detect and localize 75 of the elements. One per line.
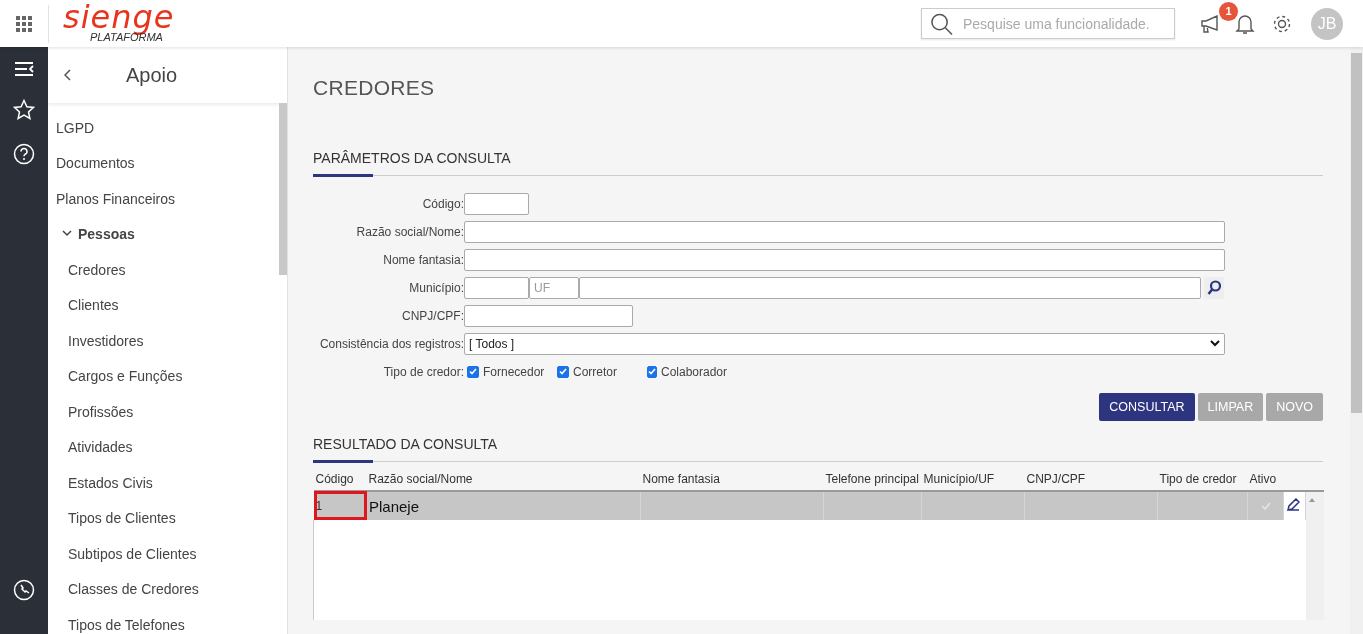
sidebar-item[interactable]: Subtipos de Clientes: [48, 536, 279, 572]
table-cell: Planeje: [366, 491, 641, 520]
input-field[interactable]: [464, 220, 1225, 243]
star-icon[interactable]: [13, 99, 35, 121]
sidebar-item[interactable]: Estados Civis: [48, 465, 279, 501]
select-field[interactable]: [ Todos ]: [464, 332, 1225, 355]
sidebar-item[interactable]: Profissões: [48, 394, 279, 430]
sidebar-item[interactable]: LGPD: [48, 110, 279, 146]
phone-icon[interactable]: [13, 579, 35, 601]
search-field[interactable]: Pesquise uma funcionalidade.: [921, 8, 1175, 39]
input-field[interactable]: [464, 192, 529, 215]
check-icon: [559, 368, 567, 375]
search-icon: [1207, 279, 1221, 296]
input-field[interactable]: UF: [529, 276, 579, 299]
column-header: Município/UF: [923, 472, 995, 486]
scrollbar-thumb[interactable]: [1351, 53, 1362, 413]
sidebar-item[interactable]: Investidores: [48, 323, 279, 359]
sienge-logo: sienge PLATAFORMA: [63, 4, 175, 43]
apps-grid-icon[interactable]: [16, 15, 32, 32]
column-header: Nome fantasia: [642, 472, 720, 486]
pencil-icon[interactable]: [1286, 497, 1300, 512]
sidebar-item[interactable]: Tipos de Telefones: [48, 607, 279, 634]
check-icon: [648, 368, 656, 375]
help-icon[interactable]: [13, 143, 35, 165]
bell-icon[interactable]: [1235, 12, 1255, 35]
search-input[interactable]: Pesquise uma funcionalidade.: [960, 14, 1166, 33]
page-title: CREDORES: [313, 76, 436, 100]
checkbox-label: Fornecedor: [483, 364, 545, 379]
sidebar-item[interactable]: Documentos: [48, 145, 279, 181]
menu-icon[interactable]: [14, 61, 34, 77]
sidebar-item[interactable]: Tipos de Clientes: [48, 500, 279, 536]
sidebar-item[interactable]: Classes de Credores: [48, 571, 279, 607]
scroll-up-icon[interactable]: [1308, 497, 1316, 503]
column-header: Código: [315, 472, 354, 486]
field-label: Nome fantasia:: [382, 252, 464, 267]
field-label: Município:: [408, 280, 464, 295]
chevron-down-icon: [1210, 340, 1220, 347]
scrollbar-thumb[interactable]: [279, 103, 287, 275]
field-label: Razão social/Nome:: [355, 224, 464, 239]
field-label: Tipo de credor:: [382, 364, 464, 379]
column-header: Razão social/Nome: [368, 472, 473, 486]
select-value: [ Todos ]: [469, 336, 515, 351]
checkbox[interactable]: [467, 365, 479, 378]
checkbox[interactable]: [557, 365, 569, 378]
back-chevron-icon[interactable]: [64, 69, 72, 81]
sidebar-item[interactable]: Clientes: [48, 287, 279, 323]
sidebar-item[interactable]: Cargos e Funções: [48, 358, 279, 394]
sidebar-item[interactable]: Planos Financeiros: [48, 181, 279, 217]
column-header: CNPJ/CPF: [1026, 472, 1086, 486]
sidebar-item[interactable]: Credores: [48, 252, 279, 288]
input-field[interactable]: [464, 304, 633, 327]
lookup-button[interactable]: [1204, 276, 1224, 299]
field-label: Consistência dos registros:: [318, 336, 464, 351]
consult-button[interactable]: CONSULTAR: [1099, 393, 1195, 421]
column-header: Ativo: [1249, 472, 1277, 486]
sidebar-title: Apoio: [126, 63, 178, 87]
checkbox[interactable]: [647, 365, 657, 378]
input-field[interactable]: [464, 248, 1225, 271]
checkbox-label: Corretor: [573, 364, 617, 379]
sidebar-item[interactable]: Atividades: [48, 429, 279, 465]
field-label: Código:: [421, 196, 464, 211]
section-title: RESULTADO DA CONSULTA: [313, 436, 498, 452]
column-header: Telefone principal: [825, 472, 919, 486]
check-icon: [469, 368, 477, 375]
column-header: Tipo de credor: [1159, 472, 1237, 486]
search-icon: [930, 11, 953, 36]
sidebar-group[interactable]: Pessoas: [48, 216, 279, 252]
checkbox-label: Colaborador: [661, 364, 728, 379]
megaphone-icon[interactable]: [1201, 14, 1219, 33]
field-label: CNPJ/CPF:: [401, 308, 464, 323]
input-field[interactable]: [464, 276, 529, 299]
notification-badge: 1: [1219, 1, 1238, 21]
input-field[interactable]: [579, 276, 1201, 299]
sidebar-group-label: Pessoas: [78, 226, 135, 243]
section-title: PARÂMETROS DA CONSULTA: [313, 150, 511, 166]
